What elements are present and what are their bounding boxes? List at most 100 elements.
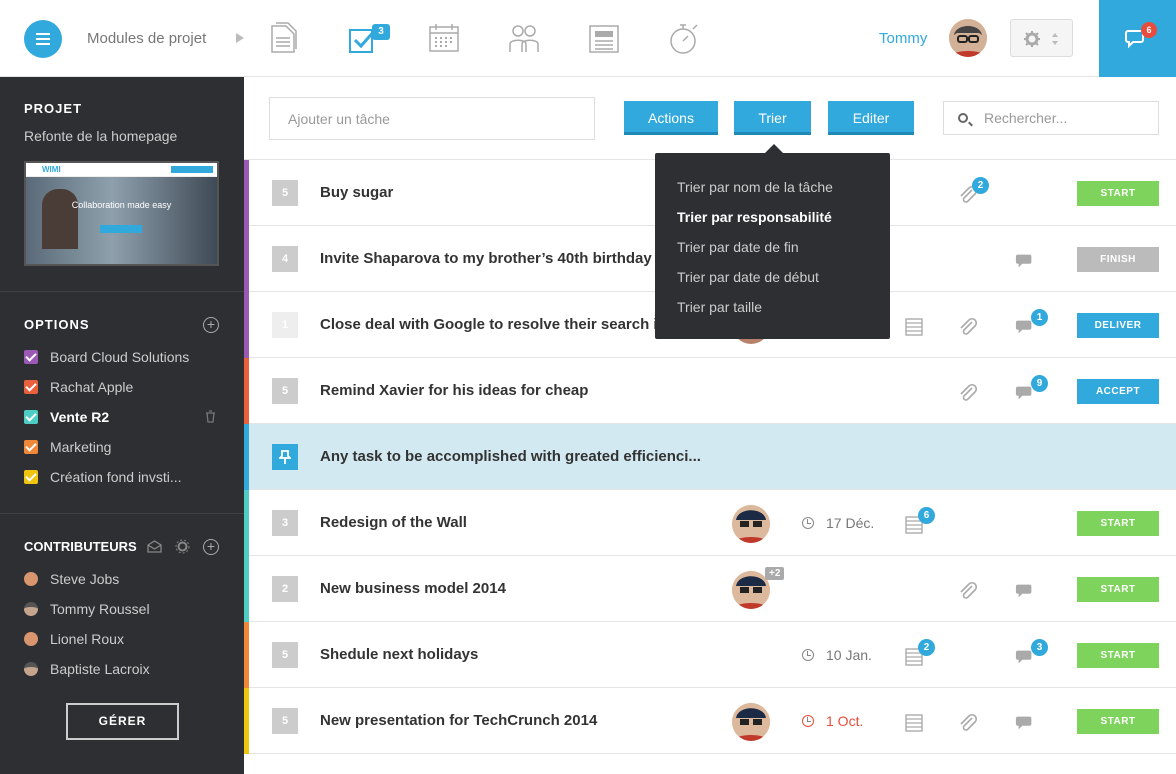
hamburger-menu-button[interactable] xyxy=(24,20,62,58)
checkbox-icon[interactable] xyxy=(24,410,38,424)
project-name[interactable]: Refonte de la homepage xyxy=(24,128,177,144)
status-button[interactable]: DELIVER xyxy=(1077,313,1159,338)
user-avatar[interactable] xyxy=(949,19,987,57)
chat-button[interactable] xyxy=(1099,0,1176,77)
status-button[interactable]: ACCEPT xyxy=(1077,379,1159,404)
task-row[interactable]: 5 New presentation for TechCrunch 2014 1… xyxy=(244,688,1176,754)
category-stripe xyxy=(244,556,249,622)
task-row[interactable]: 5 Shedule next holidays 10 Jan. 2 3 STAR… xyxy=(244,622,1176,688)
chat-badge: 6 xyxy=(1141,22,1157,38)
due-date: 10 Jan. xyxy=(802,647,872,663)
contributor-tommy-roussel[interactable]: Tommy Roussel xyxy=(24,599,150,619)
avatar xyxy=(24,602,38,616)
task-title[interactable]: Any task to be accomplished with greated… xyxy=(320,448,701,465)
news-icon[interactable] xyxy=(586,20,622,56)
option-creation-fond[interactable]: Création fond invsti... xyxy=(24,467,182,487)
stopwatch-icon[interactable] xyxy=(666,20,702,56)
sort-dropdown-menu: Trier par nom de la tâche Trier par resp… xyxy=(655,144,890,339)
paperclip-icon[interactable] xyxy=(958,383,978,403)
contributor-settings-icon[interactable] xyxy=(175,539,190,554)
sidebar: PROJET Refonte de la homepage WIMI Colla… xyxy=(0,77,244,774)
checkbox-icon[interactable] xyxy=(24,380,38,394)
task-title[interactable]: New presentation for TechCrunch 2014 xyxy=(320,712,597,729)
comment-icon[interactable] xyxy=(1015,713,1035,733)
thumbnail-caption: Collaboration made easy xyxy=(71,200,172,210)
status-button[interactable]: START xyxy=(1077,709,1159,734)
task-number: 5 xyxy=(272,180,298,206)
actions-button[interactable]: Actions xyxy=(624,101,718,135)
add-option-icon[interactable]: + xyxy=(203,317,219,333)
task-title[interactable]: Buy sugar xyxy=(320,184,393,201)
clock-icon xyxy=(802,649,814,661)
task-title[interactable]: Shedule next holidays xyxy=(320,646,478,663)
task-row[interactable]: 2 New business model 2014 +2 START xyxy=(244,556,1176,622)
status-button[interactable]: START xyxy=(1077,181,1159,206)
status-button[interactable]: START xyxy=(1077,511,1159,536)
task-row[interactable]: 5 Remind Xavier for his ideas for cheap … xyxy=(244,358,1176,424)
paperclip-icon[interactable] xyxy=(958,581,978,601)
paperclip-icon[interactable] xyxy=(958,317,978,337)
contributor-steve-jobs[interactable]: Steve Jobs xyxy=(24,569,119,589)
task-title[interactable]: New business model 2014 xyxy=(320,580,506,597)
toolbar: Ajouter un tâche Actions Trier Editer Re… xyxy=(244,77,1176,160)
task-title[interactable]: Close deal with Google to resolve their … xyxy=(320,316,692,333)
category-stripe xyxy=(244,358,249,424)
checkbox-icon[interactable] xyxy=(24,350,38,364)
comment-icon[interactable] xyxy=(1015,251,1035,271)
assignee-avatar[interactable] xyxy=(732,703,770,741)
breadcrumb-arrow-icon xyxy=(236,33,244,43)
mail-icon[interactable] xyxy=(147,539,162,554)
calendar-icon[interactable] xyxy=(426,20,462,56)
option-rachat-apple[interactable]: Rachat Apple xyxy=(24,377,133,397)
sort-button[interactable]: Trier xyxy=(734,101,811,135)
paperclip-icon[interactable] xyxy=(958,713,978,733)
category-stripe xyxy=(244,160,249,226)
sort-by-size[interactable]: Trier par taille xyxy=(677,299,762,315)
contributor-lionel-roux[interactable]: Lionel Roux xyxy=(24,629,124,649)
task-row-pinned[interactable]: Any task to be accomplished with greated… xyxy=(244,424,1176,490)
thumbnail-logo: WIMI xyxy=(42,165,61,174)
option-marketing[interactable]: Marketing xyxy=(24,437,111,457)
option-board-cloud-solutions[interactable]: Board Cloud Solutions xyxy=(24,347,189,367)
sort-by-responsibility[interactable]: Trier par responsabilité xyxy=(677,209,832,225)
task-title[interactable]: Redesign of the Wall xyxy=(320,514,467,531)
assignee-avatar[interactable] xyxy=(732,505,770,543)
top-bar: Modules de projet 3 Tommy 6 xyxy=(0,0,1176,77)
settings-button[interactable] xyxy=(1010,19,1073,57)
status-button[interactable]: START xyxy=(1077,643,1159,668)
task-row[interactable]: 3 Redesign of the Wall 17 Déc. 6 START xyxy=(244,490,1176,556)
add-task-input[interactable]: Ajouter un tâche xyxy=(269,97,595,140)
pin-icon xyxy=(279,450,291,464)
avatar xyxy=(24,572,38,586)
task-number: 5 xyxy=(272,642,298,668)
comment-icon[interactable] xyxy=(1015,581,1035,601)
status-button[interactable]: FINISH xyxy=(1077,247,1159,272)
task-title[interactable]: Remind Xavier for his ideas for cheap xyxy=(320,382,588,399)
list-icon[interactable] xyxy=(904,713,924,733)
sort-by-end-date[interactable]: Trier par date de fin xyxy=(677,239,799,255)
due-date-overdue: 1 Oct. xyxy=(802,713,863,729)
task-title[interactable]: Invite Shaparova to my brother’s 40th bi… xyxy=(320,250,693,267)
trash-icon[interactable] xyxy=(205,410,216,423)
more-assignees-badge[interactable]: +2 xyxy=(765,567,785,580)
project-thumbnail[interactable]: WIMI Collaboration made easy xyxy=(24,161,219,266)
search-input[interactable]: Rechercher... xyxy=(943,101,1159,135)
manage-button[interactable]: GÉRER xyxy=(66,703,179,740)
team-icon[interactable] xyxy=(506,20,542,56)
option-vente-r2[interactable]: Vente R2 xyxy=(24,407,109,427)
task-number: 2 xyxy=(272,576,298,602)
edit-button[interactable]: Editer xyxy=(828,101,914,135)
user-name[interactable]: Tommy xyxy=(879,30,927,47)
status-button[interactable]: START xyxy=(1077,577,1159,602)
checkbox-icon[interactable] xyxy=(24,470,38,484)
sort-by-start-date[interactable]: Trier par date de début xyxy=(677,269,819,285)
checkbox-icon[interactable] xyxy=(24,440,38,454)
sort-by-name[interactable]: Trier par nom de la tâche xyxy=(677,179,833,195)
list-icon[interactable] xyxy=(904,317,924,337)
add-contributor-icon[interactable]: + xyxy=(203,539,219,555)
documents-icon[interactable] xyxy=(266,20,302,56)
contributor-baptiste-lacroix[interactable]: Baptiste Lacroix xyxy=(24,659,150,679)
task-number: 4 xyxy=(272,246,298,272)
comment-badge: 9 xyxy=(1031,375,1048,392)
pin-button[interactable] xyxy=(272,444,298,470)
